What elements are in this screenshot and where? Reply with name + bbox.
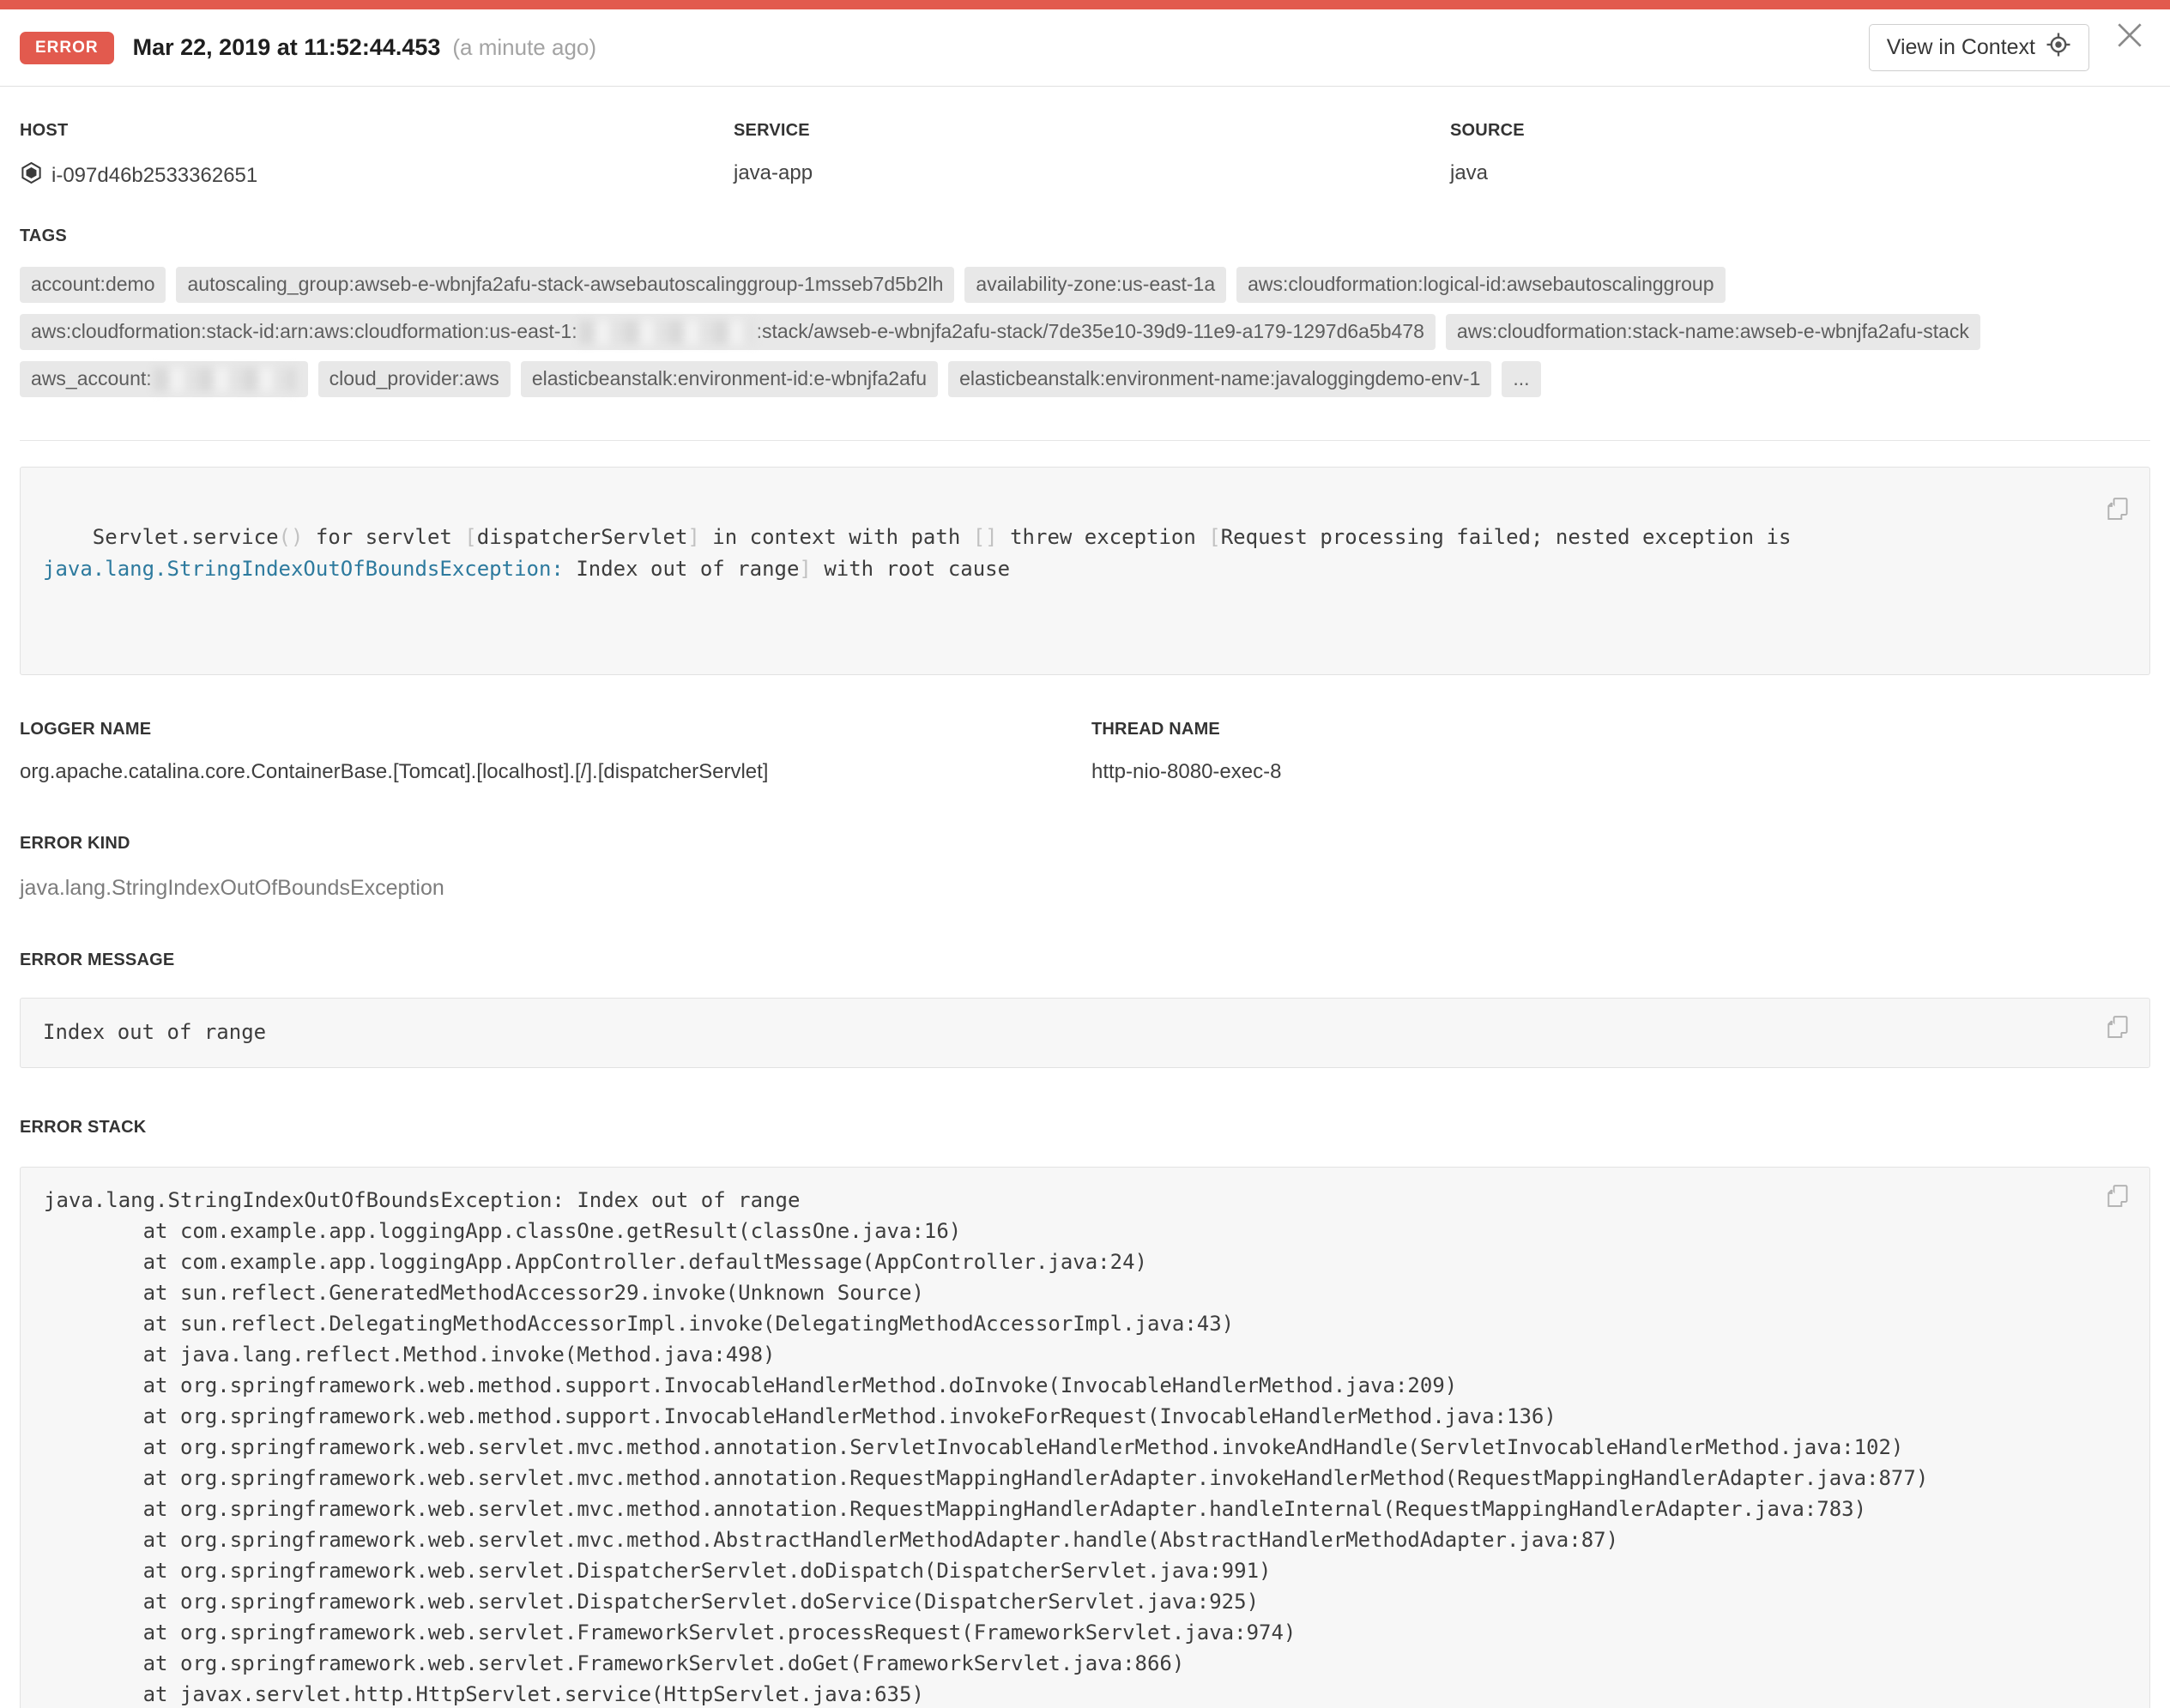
redacted-blur — [579, 321, 755, 344]
tag-pill[interactable]: ... — [1502, 361, 1540, 397]
source-column: SOURCE java — [1450, 121, 2150, 190]
tag-pill[interactable]: elasticbeanstalk:environment-id:e-wbnjfa… — [521, 361, 938, 397]
logger-thread-section: LOGGER NAME org.apache.catalina.core.Con… — [20, 720, 2150, 784]
log-message-text: Servlet.service() for servlet [dispatche… — [43, 525, 1804, 581]
tags-label: TAGS — [20, 226, 2150, 246]
tag-pill[interactable]: cloud_provider:aws — [318, 361, 511, 397]
error-kind-label: ERROR KIND — [20, 834, 2150, 854]
log-detail-header: ERROR Mar 22, 2019 at 11:52:44.453 (a mi… — [0, 9, 2170, 87]
stack-line: at org.springframework.web.servlet.mvc.m… — [44, 1524, 2089, 1555]
message-segment: in context with path — [700, 525, 973, 549]
meta-section: HOST i-097d46b2533362651 SERVICE java-ap… — [20, 121, 2150, 190]
message-segment: Servlet.service — [93, 525, 279, 549]
error-message-box: Index out of range — [20, 998, 2150, 1068]
log-detail-body: HOST i-097d46b2533362651 SERVICE java-ap… — [0, 121, 2170, 1708]
source-value[interactable]: java — [1450, 161, 1488, 185]
stack-line: at org.springframework.web.method.suppor… — [44, 1401, 2089, 1432]
stack-line: at org.springframework.web.servlet.mvc.m… — [44, 1463, 2089, 1494]
stack-line: at org.springframework.web.servlet.Dispa… — [44, 1555, 2089, 1586]
stack-line: at org.springframework.web.method.suppor… — [44, 1370, 2089, 1401]
stack-line: at org.springframework.web.servlet.Dispa… — [44, 1586, 2089, 1617]
stack-line: at org.springframework.web.servlet.mvc.m… — [44, 1432, 2089, 1463]
message-segment: ] — [687, 525, 699, 549]
stack-line: at sun.reflect.DelegatingMethodAccessorI… — [44, 1308, 2089, 1339]
stack-line: at com.example.app.loggingApp.AppControl… — [44, 1246, 2089, 1277]
message-segment: [ — [1208, 525, 1220, 549]
tag-pill[interactable]: availability-zone:us-east-1a — [964, 267, 1226, 303]
error-stack-label: ERROR STACK — [20, 1118, 2150, 1138]
message-segment: with root cause — [812, 557, 1010, 581]
tags-list: account:demo autoscaling_group:awseb-e-wb… — [20, 267, 2139, 397]
stack-line: at org.springframework.web.servlet.mvc.m… — [44, 1494, 2089, 1524]
stack-line: at java.lang.reflect.Method.invoke(Metho… — [44, 1339, 2089, 1370]
message-segment: threw exception — [998, 525, 1209, 549]
copy-icon[interactable] — [2105, 1183, 2131, 1211]
tag-pill[interactable]: account:demo — [20, 267, 166, 303]
service-value[interactable]: java-app — [734, 161, 813, 185]
error-message-text: Index out of range — [43, 1020, 266, 1044]
copy-icon[interactable] — [2105, 1014, 2131, 1042]
tag-pill[interactable]: aws:cloudformation:stack-id:arn:aws:clou… — [20, 314, 1436, 350]
close-icon[interactable] — [2113, 19, 2146, 54]
service-label: SERVICE — [734, 121, 1450, 141]
exception-class-link[interactable]: java.lang.StringIndexOutOfBoundsExceptio… — [43, 557, 564, 581]
logger-name-value[interactable]: org.apache.catalina.core.ContainerBase.[… — [20, 760, 1091, 784]
message-segment: dispatcherServlet — [477, 525, 688, 549]
log-timestamp: Mar 22, 2019 at 11:52:44.453 — [133, 34, 441, 61]
message-segment: Request processing failed; nested except… — [1221, 525, 1804, 549]
message-segment: Index out of range — [564, 557, 800, 581]
stack-line: at com.example.app.loggingApp.classOne.g… — [44, 1216, 2089, 1246]
tag-pill[interactable]: aws:cloudformation:logical-id:awsebautos… — [1236, 267, 1725, 303]
message-segment: for servlet — [303, 525, 464, 549]
view-in-context-label: View in Context — [1887, 35, 2035, 60]
logger-name-column: LOGGER NAME org.apache.catalina.core.Con… — [20, 720, 1091, 784]
host-label: HOST — [20, 121, 734, 141]
redacted-blur — [154, 368, 295, 391]
host-value[interactable]: i-097d46b2533362651 — [51, 164, 257, 188]
stack-line: at org.springframework.web.servlet.Frame… — [44, 1648, 2089, 1679]
log-message-box: Servlet.service() for servlet [dispatche… — [20, 467, 2150, 675]
stack-line: at sun.reflect.GeneratedMethodAccessor29… — [44, 1277, 2089, 1308]
status-badge: ERROR — [20, 32, 114, 64]
logger-name-label: LOGGER NAME — [20, 720, 1091, 739]
stack-line: at org.springframework.web.servlet.Frame… — [44, 1617, 2089, 1648]
host-icon — [20, 161, 43, 190]
relative-time: (a minute ago) — [452, 34, 596, 61]
tag-pill[interactable]: aws:cloudformation:stack-name:awseb-e-wb… — [1446, 314, 1980, 350]
top-accent-bar — [0, 0, 2170, 9]
message-segment: () — [279, 525, 304, 549]
source-label: SOURCE — [1450, 121, 2150, 141]
tags-section: TAGS account:demo autoscaling_group:awseb… — [20, 226, 2150, 397]
service-column: SERVICE java-app — [734, 121, 1450, 190]
stack-line: java.lang.StringIndexOutOfBoundsExceptio… — [44, 1185, 2089, 1216]
tag-pill[interactable]: autoscaling_group:awseb-e-wbnjfa2afu-sta… — [176, 267, 954, 303]
error-kind-value[interactable]: java.lang.StringIndexOutOfBoundsExceptio… — [20, 876, 2150, 901]
copy-icon[interactable] — [2086, 483, 2131, 537]
error-message-label: ERROR MESSAGE — [20, 951, 2150, 970]
error-stack-box: java.lang.StringIndexOutOfBoundsExceptio… — [20, 1167, 2150, 1708]
message-segment: [] — [973, 525, 998, 549]
thread-name-column: THREAD NAME http-nio-8080-exec-8 — [1091, 720, 2150, 784]
stack-line: at javax.servlet.http.HttpServlet.servic… — [44, 1679, 2089, 1708]
crosshair-icon — [2046, 32, 2071, 63]
thread-name-value[interactable]: http-nio-8080-exec-8 — [1091, 760, 2150, 784]
view-in-context-button[interactable]: View in Context — [1869, 24, 2089, 71]
section-divider — [20, 440, 2150, 441]
message-segment: ] — [799, 557, 811, 581]
tag-pill[interactable]: aws_account: — [20, 361, 308, 397]
thread-name-label: THREAD NAME — [1091, 720, 2150, 739]
message-segment: [ — [464, 525, 476, 549]
tag-pill[interactable]: elasticbeanstalk:environment-name:javalo… — [948, 361, 1491, 397]
host-column: HOST i-097d46b2533362651 — [20, 121, 734, 190]
error-stack-text: java.lang.StringIndexOutOfBoundsExceptio… — [44, 1185, 2089, 1708]
